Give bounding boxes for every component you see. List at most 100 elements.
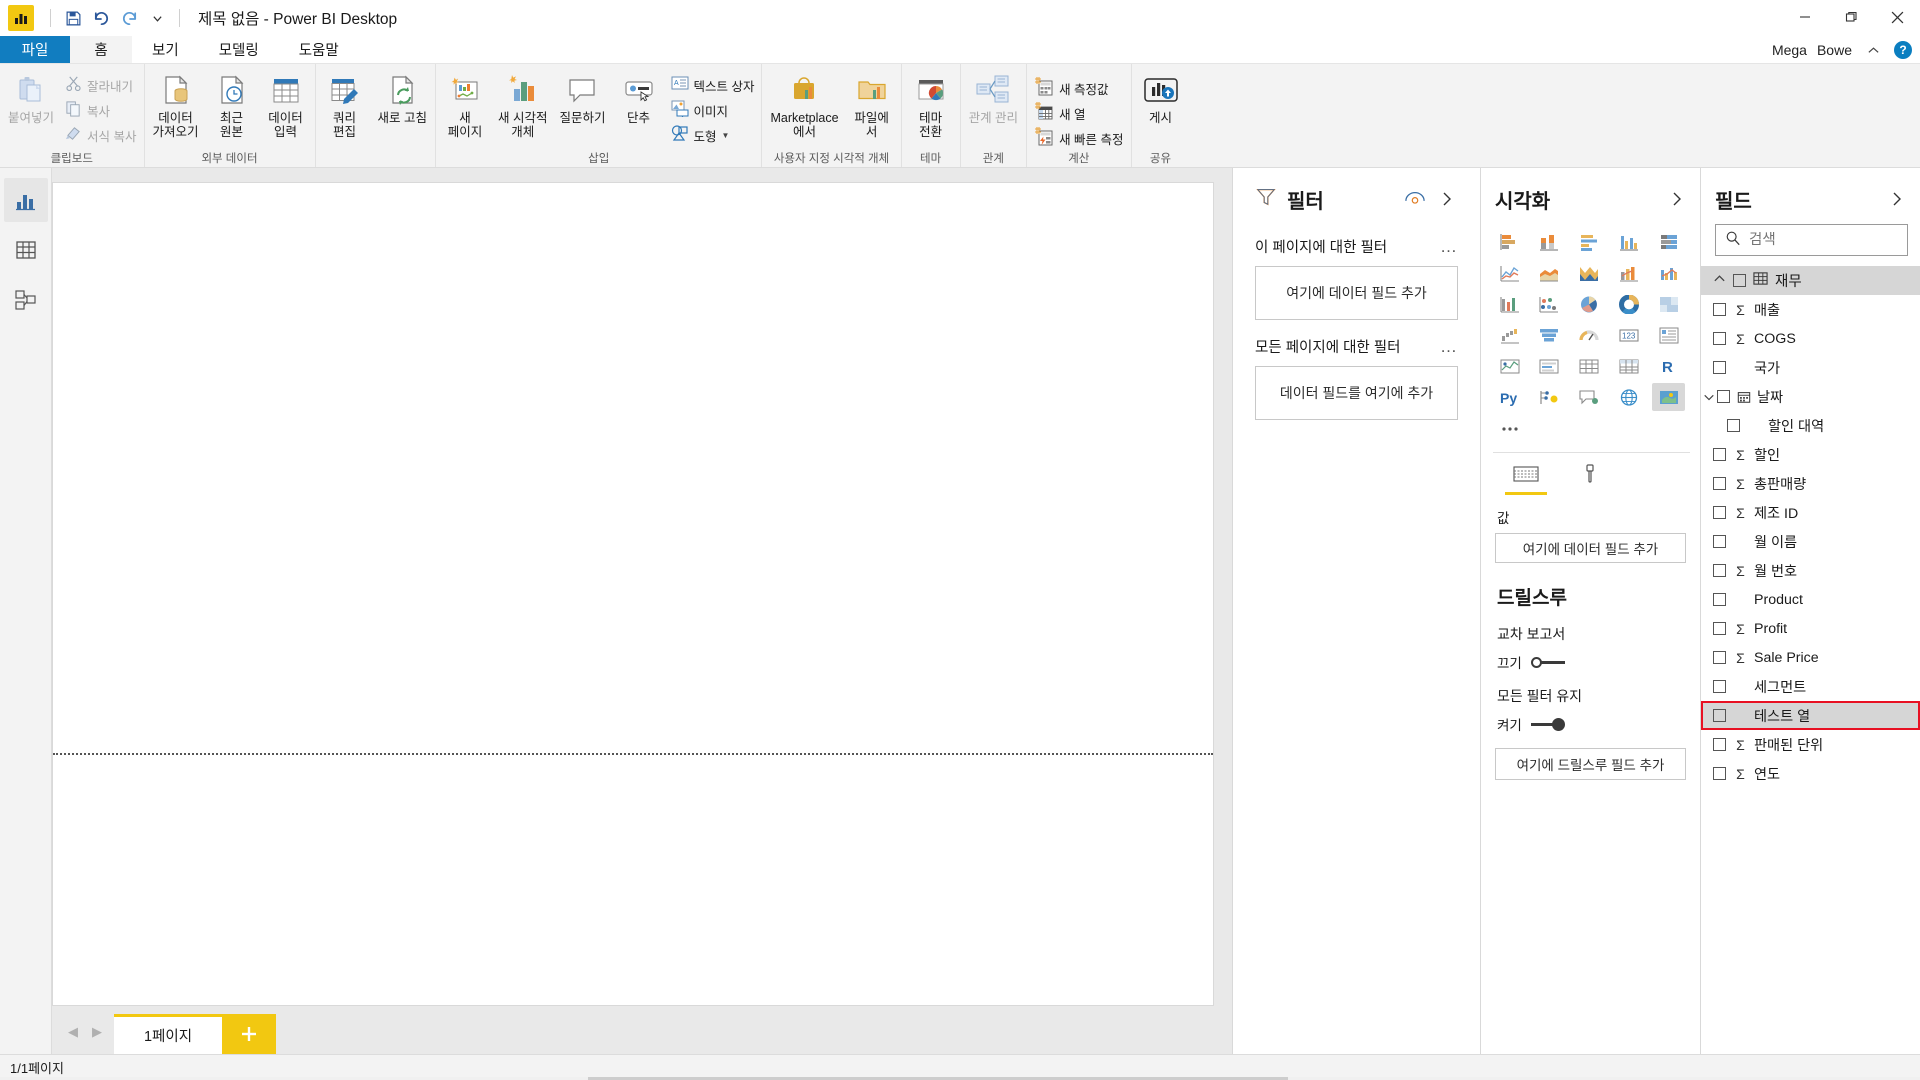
cross-report-toggle-row[interactable]: 끄기 [1481, 644, 1700, 672]
field-row[interactable]: 할인 대역 [1701, 411, 1920, 440]
field-checkbox[interactable] [1713, 332, 1726, 345]
field-checkbox[interactable] [1713, 738, 1726, 751]
publish-button[interactable]: 게시 [1134, 70, 1188, 127]
vis-funnel-chart-icon[interactable] [1533, 321, 1566, 349]
field-checkbox[interactable] [1713, 709, 1726, 722]
vis-line-and-stacked-column-chart-icon[interactable] [1612, 259, 1645, 287]
all-pages-filter-dropzone[interactable]: 데이터 필드를 여기에 추가 [1255, 366, 1458, 420]
vis-table-icon[interactable] [1573, 352, 1606, 380]
vis-multi-row-card-icon[interactable] [1652, 321, 1685, 349]
vis-donut-chart-icon[interactable] [1612, 290, 1645, 318]
filters-collapse-icon[interactable] [1436, 188, 1458, 210]
all-pages-filter-more-icon[interactable]: … [1440, 337, 1458, 357]
vis-qna-visual-icon[interactable] [1573, 383, 1606, 411]
field-checkbox[interactable] [1713, 361, 1726, 374]
vis-arcgis-map-icon[interactable] [1612, 383, 1645, 411]
tab-home[interactable]: 홈 [70, 36, 132, 63]
button-button[interactable]: 단추 [612, 70, 666, 127]
new-measure-button[interactable]: 새 측정값 [1029, 76, 1128, 101]
tab-view[interactable]: 보기 [132, 36, 199, 63]
keep-all-filters-toggle[interactable] [1530, 717, 1565, 731]
page-filter-dropzone[interactable]: 여기에 데이터 필드 추가 [1255, 266, 1458, 320]
field-checkbox[interactable] [1713, 477, 1726, 490]
eye-icon[interactable] [1404, 188, 1426, 210]
refresh-button[interactable]: 새로 고침 [372, 70, 433, 127]
paste-button[interactable]: 붙여넣기 [2, 70, 60, 127]
field-checkbox[interactable] [1713, 767, 1726, 780]
fields-search-box[interactable] [1715, 224, 1920, 256]
vis-line-and-clustered-column-chart-icon[interactable] [1652, 259, 1685, 287]
sidebar-item-data-view[interactable] [4, 228, 48, 272]
close-icon[interactable] [1874, 0, 1920, 34]
field-checkbox[interactable] [1717, 390, 1730, 403]
field-row[interactable]: Σ 매출 [1701, 295, 1920, 324]
vis-waterfall-chart-icon[interactable] [1493, 321, 1526, 349]
page-filter-more-icon[interactable]: … [1440, 237, 1458, 257]
sidebar-item-report-view[interactable] [3, 178, 48, 222]
cut-button[interactable]: 잘라내기 [60, 73, 141, 98]
values-dropzone[interactable]: 여기에 데이터 필드 추가 [1495, 533, 1686, 563]
field-row[interactable]: Σ 월 번호 [1701, 556, 1920, 585]
new-page-button[interactable]: 새 페이지 [438, 70, 492, 141]
chevron-up-icon[interactable] [1862, 39, 1884, 61]
vis-matrix-icon[interactable] [1612, 352, 1645, 380]
vis-scatter-chart-icon[interactable] [1533, 290, 1566, 318]
page-tab-1[interactable]: 1페이지 [114, 1014, 222, 1054]
vis-area-chart-icon[interactable] [1533, 259, 1566, 287]
chevron-right-icon[interactable]: ▶ [92, 1024, 102, 1040]
help-icon[interactable]: ? [1894, 41, 1912, 59]
recent-sources-button[interactable]: 최근 원본 [205, 70, 259, 141]
edit-queries-button[interactable]: 쿼리 편집 [318, 70, 372, 141]
from-file-button[interactable]: 파일에 서 [845, 70, 899, 141]
restore-icon[interactable] [1828, 0, 1874, 34]
get-data-button[interactable]: 데이터 가져오기 [147, 70, 205, 141]
field-row[interactable]: 국가 [1701, 353, 1920, 382]
field-checkbox[interactable] [1713, 303, 1726, 316]
vis-line-chart-icon[interactable] [1493, 259, 1526, 287]
visualizations-collapse-icon[interactable] [1666, 188, 1688, 210]
add-page-button[interactable] [222, 1014, 276, 1054]
field-row[interactable]: 날짜 [1701, 382, 1920, 411]
keep-all-filters-toggle-row[interactable]: 켜기 [1481, 706, 1700, 734]
vis-stacked-column-chart-icon[interactable] [1533, 228, 1566, 256]
vis-r-script-visual-icon[interactable]: R [1652, 352, 1685, 380]
tab-modeling[interactable]: 모델링 [199, 36, 279, 63]
vis-stacked-area-chart-icon[interactable] [1573, 259, 1606, 287]
field-row[interactable]: 월 이름 [1701, 527, 1920, 556]
image-button[interactable]: 이미지 [666, 98, 760, 123]
field-checkbox[interactable] [1713, 651, 1726, 664]
vis-kpi-icon[interactable] [1493, 352, 1526, 380]
field-checkbox[interactable] [1727, 419, 1740, 432]
report-canvas-area[interactable] [52, 168, 1232, 1006]
tab-help[interactable]: 도움말 [279, 36, 359, 63]
field-checkbox[interactable] [1713, 622, 1726, 635]
vis-pie-chart-icon[interactable] [1573, 290, 1606, 318]
new-quick-measure-button[interactable]: 새 빠른 측정 [1029, 126, 1128, 151]
new-visual-button[interactable]: 새 시각적 개체 [492, 70, 553, 141]
tab-file[interactable]: 파일 [0, 36, 70, 63]
report-page-surface[interactable] [52, 182, 1214, 1006]
shapes-button[interactable]: 도형 ▼ [666, 123, 760, 148]
vis-py-visual-icon[interactable]: Py [1493, 383, 1526, 411]
vis-clustered-bar-chart-icon[interactable] [1573, 228, 1606, 256]
field-row[interactable]: Σ COGS [1701, 324, 1920, 353]
enter-data-button[interactable]: 데이터 입력 [259, 70, 313, 141]
format-painter-button[interactable]: 서식 복사 [60, 123, 141, 148]
field-checkbox[interactable] [1713, 680, 1726, 693]
checkbox[interactable] [1733, 274, 1746, 287]
save-icon[interactable] [59, 5, 87, 31]
fields-search-input[interactable] [1749, 232, 1920, 248]
tab-format-well[interactable] [1569, 463, 1611, 495]
field-row[interactable]: Σ 제조 ID [1701, 498, 1920, 527]
drillthrough-dropzone[interactable]: 여기에 드릴스루 필드 추가 [1495, 748, 1686, 780]
vis-gauge-chart-icon[interactable] [1573, 321, 1606, 349]
field-row[interactable]: Σ Sale Price [1701, 643, 1920, 672]
field-row[interactable]: Σ 할인 [1701, 440, 1920, 469]
vis-card-icon[interactable]: 123 [1612, 321, 1645, 349]
field-row[interactable]: Product [1701, 585, 1920, 614]
new-column-button[interactable]: 새 열 [1029, 101, 1128, 126]
field-checkbox[interactable] [1713, 593, 1726, 606]
vis-100-stacked-bar-chart-icon[interactable] [1652, 228, 1685, 256]
field-row[interactable]: Σ 총판매량 [1701, 469, 1920, 498]
chevron-left-icon[interactable]: ◀ [68, 1024, 78, 1040]
